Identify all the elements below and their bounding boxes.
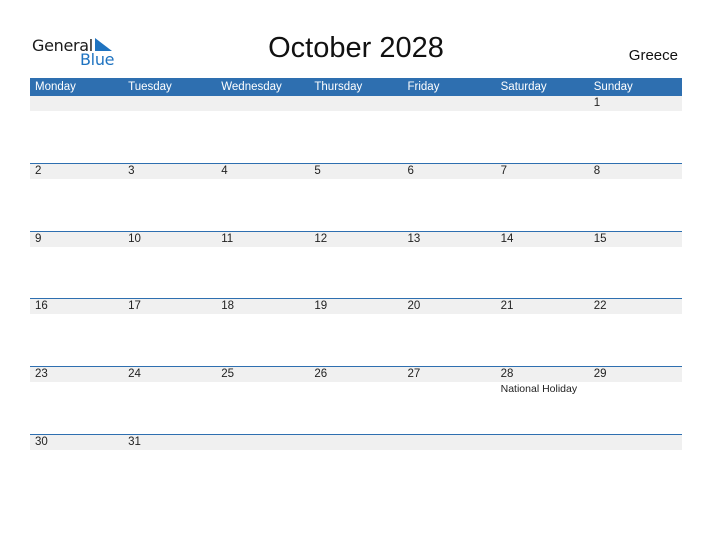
events-row: National Holiday bbox=[30, 382, 682, 396]
day-number: 13 bbox=[407, 232, 421, 245]
weekday-sunday: Sunday bbox=[593, 81, 633, 93]
weekday-saturday: Saturday bbox=[500, 81, 547, 93]
day-number: 15 bbox=[593, 232, 607, 245]
calendar-title: October 2028 bbox=[268, 32, 444, 64]
weekday-friday: Friday bbox=[407, 81, 440, 93]
day-number: 7 bbox=[500, 164, 508, 177]
day-event bbox=[309, 382, 402, 396]
date-strip: 2 3 4 5 6 7 8 bbox=[30, 163, 682, 179]
day-number: 17 bbox=[128, 300, 141, 313]
day-number: 20 bbox=[407, 300, 421, 313]
weekday-header: Monday Tuesday Wednesday Thursday Friday… bbox=[30, 78, 682, 96]
date-strip: 23 24 25 26 27 28 29 bbox=[30, 367, 682, 383]
week-row: 30 31 bbox=[30, 433, 682, 502]
day-number bbox=[309, 96, 402, 111]
day-number bbox=[496, 96, 589, 111]
day-number: 14 bbox=[500, 232, 514, 245]
day-number bbox=[123, 96, 216, 111]
weekday-monday: Monday bbox=[35, 81, 76, 93]
day-number: 23 bbox=[35, 368, 48, 381]
week-row: 23 24 25 26 27 28 29 National Holiday bbox=[30, 366, 682, 434]
day-number: 4 bbox=[221, 164, 228, 177]
day-number: 2 bbox=[35, 164, 42, 177]
week-row: 2 3 4 5 6 7 8 bbox=[30, 162, 682, 231]
day-number: 22 bbox=[593, 300, 607, 313]
day-number: 1 bbox=[593, 97, 601, 109]
day-number bbox=[496, 435, 589, 450]
day-number: 16 bbox=[35, 300, 48, 313]
day-number: 9 bbox=[35, 232, 42, 245]
day-number bbox=[403, 96, 496, 111]
date-strip: 30 31 bbox=[30, 434, 682, 450]
day-number: 29 bbox=[593, 368, 607, 381]
day-number: 3 bbox=[128, 164, 135, 177]
day-number: 26 bbox=[314, 368, 328, 381]
day-number bbox=[403, 435, 496, 450]
date-strip: 1 bbox=[30, 96, 682, 111]
day-number: 30 bbox=[35, 435, 48, 448]
day-number bbox=[30, 96, 123, 111]
day-event bbox=[123, 382, 216, 396]
day-number: 24 bbox=[128, 368, 141, 381]
day-number: 8 bbox=[593, 164, 601, 177]
day-number: 11 bbox=[221, 232, 234, 245]
day-number: 27 bbox=[407, 368, 421, 381]
day-number: 31 bbox=[128, 435, 141, 448]
day-event bbox=[403, 382, 496, 396]
day-event bbox=[589, 382, 682, 396]
week-row: 1 bbox=[30, 96, 682, 163]
country-label: Greece bbox=[628, 47, 678, 64]
day-number: 25 bbox=[221, 368, 235, 381]
weekday-thursday: Thursday bbox=[314, 81, 363, 93]
day-number: 10 bbox=[128, 232, 141, 245]
day-number: 5 bbox=[314, 164, 321, 177]
day-number bbox=[589, 435, 682, 450]
weekday-tuesday: Tuesday bbox=[128, 81, 172, 93]
day-number: 18 bbox=[221, 300, 235, 313]
day-number: 28 bbox=[500, 368, 514, 381]
week-row: 9 10 11 12 13 14 15 bbox=[30, 230, 682, 299]
date-strip: 16 17 18 19 20 21 22 bbox=[30, 299, 682, 315]
week-row: 16 17 18 19 20 21 22 bbox=[30, 298, 682, 366]
day-number: 6 bbox=[407, 164, 414, 177]
day-number bbox=[309, 435, 402, 450]
day-number: 19 bbox=[314, 300, 328, 313]
day-number bbox=[216, 435, 309, 450]
date-strip: 9 10 11 12 13 14 15 bbox=[30, 231, 682, 247]
day-event: National Holiday bbox=[500, 383, 578, 396]
day-event bbox=[30, 382, 123, 396]
day-number: 21 bbox=[500, 300, 514, 313]
weekday-wednesday: Wednesday bbox=[221, 81, 282, 93]
day-number: 12 bbox=[314, 232, 328, 245]
day-event bbox=[216, 382, 309, 396]
day-number bbox=[216, 96, 309, 111]
calendar-grid: Monday Tuesday Wednesday Thursday Friday… bbox=[30, 78, 682, 502]
